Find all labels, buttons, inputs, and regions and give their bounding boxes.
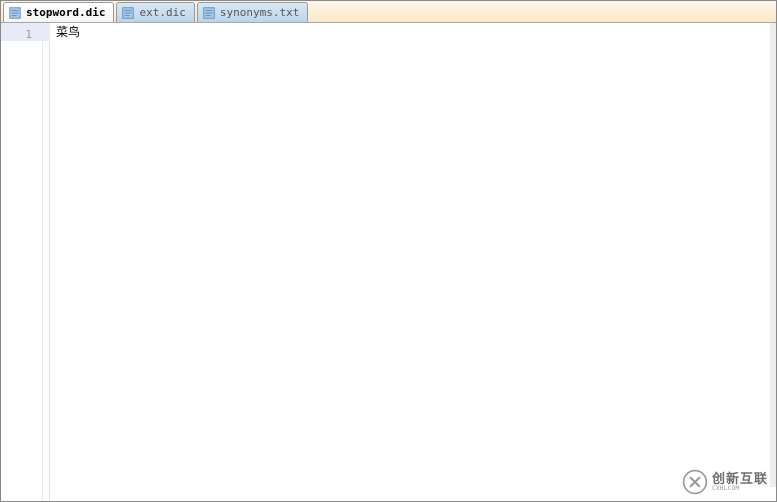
watermark: 创新互联 CXHLCOM	[682, 469, 768, 495]
vertical-scrollbar[interactable]	[770, 23, 776, 487]
line-gutter: 1	[1, 23, 43, 501]
file-icon	[121, 6, 135, 20]
tab-synonyms[interactable]: synonyms.txt	[197, 2, 308, 22]
watermark-en: CXHLCOM	[712, 486, 768, 492]
code-content[interactable]: 菜鸟	[50, 23, 776, 501]
breakpoint-column[interactable]	[43, 23, 50, 501]
tab-stopword[interactable]: stopword.dic	[3, 2, 114, 22]
watermark-text: 创新互联 CXHLCOM	[712, 473, 768, 492]
line-number: 1	[1, 26, 32, 44]
editor-area: 1 菜鸟	[1, 23, 776, 501]
tab-bar: stopword.dic ext.dic synonyms.txt	[1, 1, 776, 23]
tab-label: synonyms.txt	[220, 6, 299, 19]
tab-label: ext.dic	[139, 6, 185, 19]
tab-ext[interactable]: ext.dic	[116, 2, 194, 22]
file-icon	[202, 6, 216, 20]
tab-label: stopword.dic	[26, 6, 105, 19]
file-icon	[8, 6, 22, 20]
watermark-cn: 创新互联	[712, 473, 768, 486]
watermark-logo-icon	[682, 469, 708, 495]
code-line: 菜鸟	[50, 23, 776, 41]
